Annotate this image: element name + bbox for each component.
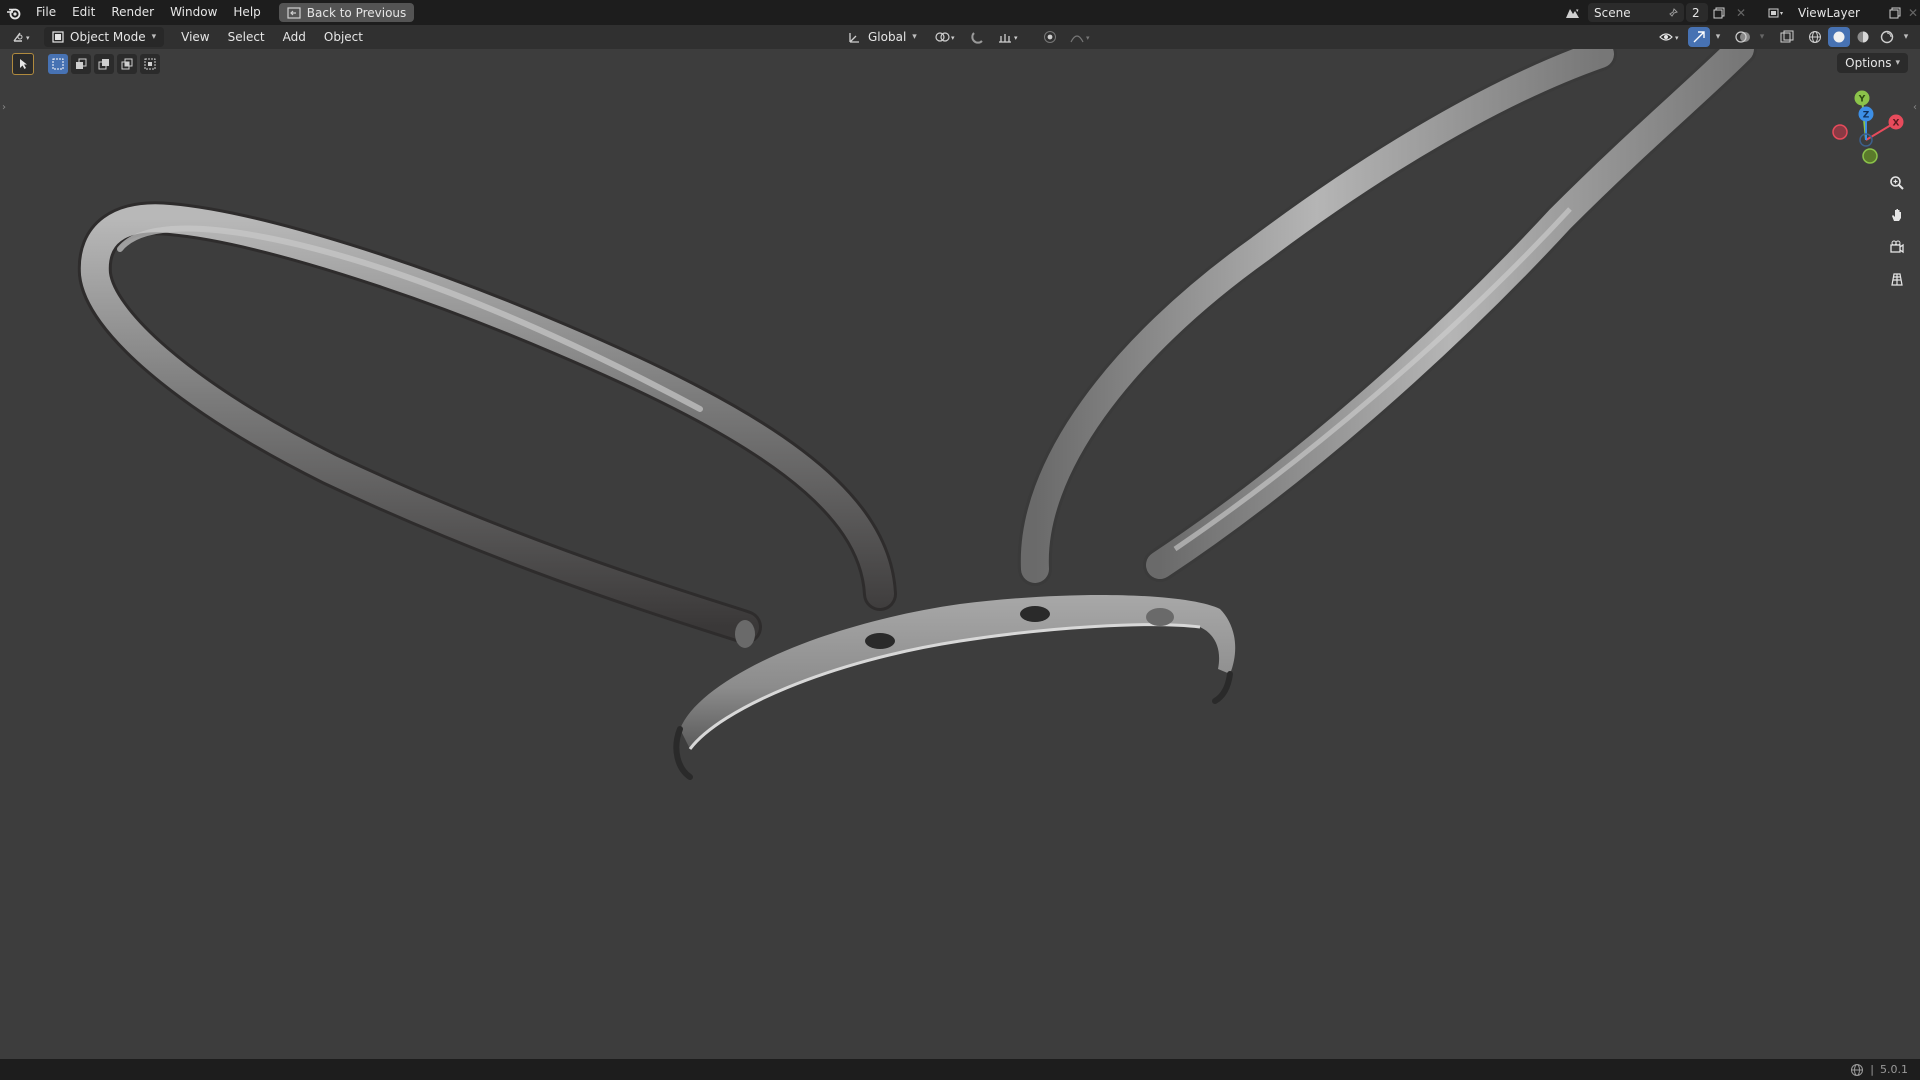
viewlayer-field[interactable]: ViewLayer: [1792, 3, 1884, 22]
scene-users-count[interactable]: 2: [1686, 3, 1708, 22]
new-scene-icon[interactable]: [1708, 3, 1730, 23]
wireframe-shading-icon[interactable]: [1804, 27, 1826, 47]
camera-view-icon[interactable]: [1884, 234, 1910, 260]
pivot-icon[interactable]: ▾: [931, 27, 961, 47]
falloff-icon[interactable]: ▾: [1067, 27, 1097, 47]
back-icon: [287, 6, 301, 19]
hand-pan-icon[interactable]: [1884, 202, 1910, 228]
remove-scene-icon[interactable]: ✕: [1730, 3, 1752, 23]
menu-object[interactable]: Object: [315, 25, 372, 49]
viewlayer-name: ViewLayer: [1798, 5, 1860, 20]
zoom-icon[interactable]: [1884, 170, 1910, 196]
object-mode-dropdown[interactable]: Object Mode ▾: [44, 27, 165, 47]
scene-controls: ▾ Scene 2 ✕ ▾ ViewLayer ✕: [1558, 0, 1920, 25]
svg-text:▾: ▾: [1576, 8, 1579, 14]
y-axis-label: Y: [1858, 95, 1866, 105]
snap-increment-icon[interactable]: ▾: [995, 27, 1025, 47]
menu-add[interactable]: Add: [274, 25, 315, 49]
menu-select[interactable]: Select: [219, 25, 274, 49]
transform-orientation-dropdown[interactable]: Global ▾: [840, 27, 925, 47]
orientation-label: Global: [868, 30, 907, 44]
chevron-down-icon: ▾: [151, 32, 157, 42]
object-mode-icon: [52, 31, 64, 43]
new-viewlayer-icon[interactable]: [1884, 3, 1906, 23]
scene-icon[interactable]: ▾: [1558, 3, 1588, 23]
xray-icon[interactable]: [1776, 27, 1798, 47]
orientation-icon: [849, 33, 859, 43]
object-mode-label: Object Mode: [70, 30, 146, 44]
y-axis-handle[interactable]: Y: [1854, 90, 1870, 106]
pin-icon[interactable]: [1668, 7, 1678, 18]
neg-y-axis-handle[interactable]: [1862, 148, 1878, 164]
scene-field[interactable]: Scene: [1588, 3, 1684, 22]
menu-view[interactable]: View: [172, 25, 218, 49]
overlay-icon[interactable]: [1732, 27, 1754, 47]
scene-users-label: 2: [1692, 5, 1700, 20]
editor-type-icon[interactable]: ▾: [6, 27, 40, 47]
z-axis-handle[interactable]: Z: [1858, 106, 1874, 122]
x-axis-label: X: [1893, 119, 1900, 129]
snap-icon[interactable]: [967, 27, 989, 47]
scene-name: Scene: [1594, 5, 1631, 20]
status-bar: | 5.0.1: [0, 1059, 1920, 1080]
menu-window[interactable]: Window: [162, 0, 225, 25]
svg-text:▾: ▾: [1780, 10, 1783, 17]
viewlayer-icon[interactable]: ▾: [1762, 3, 1792, 23]
viewport-display-tools: ▾ ▾ ▾ ▾: [1656, 25, 1920, 49]
chevron-down-icon: ▾: [912, 32, 917, 42]
right-ear-mesh[interactable]: [1017, 49, 1757, 586]
ortho-grid-icon[interactable]: [1884, 266, 1910, 292]
back-to-previous-button[interactable]: Back to Previous: [278, 3, 415, 22]
version-label: 5.0.1: [1880, 1063, 1908, 1076]
solid-shading-icon[interactable]: [1828, 27, 1850, 47]
svg-text:▾: ▾: [951, 34, 955, 42]
svg-text:▾: ▾: [26, 34, 30, 42]
menu-help[interactable]: Help: [225, 0, 268, 25]
svg-text:▾: ▾: [1014, 34, 1018, 42]
top-bar: File Edit Render Window Help Back to Pre…: [0, 0, 1920, 25]
menu-render[interactable]: Render: [103, 0, 162, 25]
rendered-shading-icon[interactable]: [1876, 27, 1898, 47]
material-shading-icon[interactable]: [1852, 27, 1874, 47]
transform-tools: Global ▾ ▾ ▾ ▾: [836, 25, 1097, 49]
z-axis-label: Z: [1863, 111, 1870, 121]
visibility-icon[interactable]: ▾: [1656, 27, 1686, 47]
overlay-dropdown-icon[interactable]: ▾: [1756, 27, 1768, 47]
navigation-gizmo[interactable]: X Y Z: [1826, 88, 1906, 168]
blender-logo-icon[interactable]: [0, 0, 28, 25]
x-axis-handle[interactable]: X: [1888, 114, 1904, 130]
menu-file[interactable]: File: [28, 0, 64, 25]
shading-dropdown-icon[interactable]: ▾: [1900, 27, 1912, 47]
remove-viewlayer-icon[interactable]: ✕: [1906, 3, 1920, 23]
gizmo-dropdown-icon[interactable]: ▾: [1712, 27, 1724, 47]
gizmo-icon[interactable]: [1688, 27, 1710, 47]
left-ear-mesh[interactable]: [77, 201, 897, 644]
navigation-tools: [1884, 170, 1910, 292]
status-divider: |: [1870, 1063, 1874, 1076]
proportional-icon[interactable]: [1039, 27, 1061, 47]
back-label: Back to Previous: [306, 5, 407, 20]
3d-viewport[interactable]: [0, 49, 1920, 1059]
neg-x-axis-handle[interactable]: [1832, 124, 1848, 140]
menu-edit[interactable]: Edit: [64, 0, 103, 25]
network-icon: [1851, 1063, 1864, 1076]
svg-text:▾: ▾: [1675, 34, 1679, 42]
svg-text:▾: ▾: [1086, 34, 1090, 42]
